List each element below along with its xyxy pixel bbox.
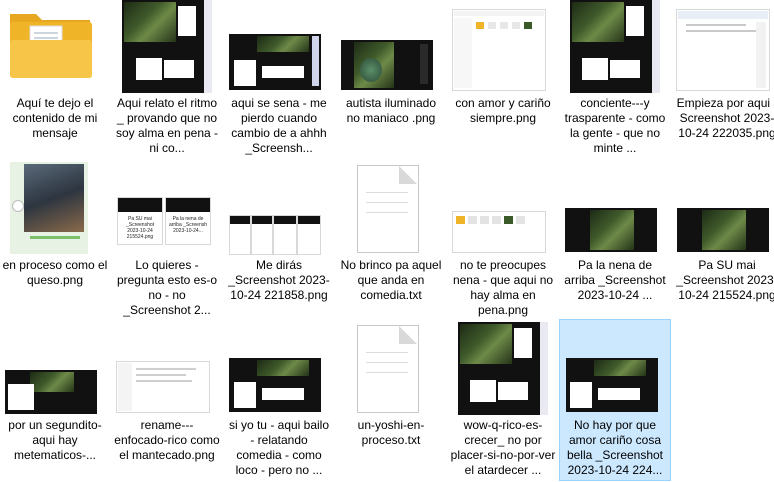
file-item[interactable]: Pa SU mai _Screenshot 2023-10-24 215524.…	[112, 162, 222, 322]
file-item-selected[interactable]: No hay por que amor cariño cosa bella _S…	[559, 319, 671, 481]
file-item[interactable]: Empieza por aqui - Screenshot 2023-10-24…	[672, 0, 774, 160]
file-label: Aquí te dejo el contenido de mi mensaje	[12, 96, 98, 140]
image-thumbnail	[0, 322, 110, 417]
file-label: Me dirás _Screenshot 2023-10-24 221858.p…	[228, 258, 330, 302]
image-thumbnail	[560, 322, 670, 417]
file-item[interactable]: en proceso como el queso.png	[0, 162, 110, 322]
image-thumbnail	[672, 162, 774, 257]
file-label: Pa SU mai _Screenshot 2023-10-24 215524.…	[676, 258, 774, 302]
file-item[interactable]: Aqui relato el ritmo _ provando que no s…	[112, 0, 222, 160]
image-thumbnail	[112, 322, 222, 417]
file-label: con amor y cariño siempre.png	[455, 96, 551, 125]
file-label: conciente---y trasparente - como la gent…	[564, 96, 666, 155]
file-label: wow-q-rico-es-crecer_ no por placer-si-n…	[450, 418, 556, 477]
image-thumbnail	[112, 0, 222, 95]
file-item[interactable]: Pa la nena de arriba _Screenshot 2023-10…	[560, 162, 670, 322]
image-thumbnail: Pa SU mai _Screenshot 2023-10-24 215524.…	[112, 162, 222, 257]
file-item[interactable]: No brinco pa aquel que anda en comedia.t…	[336, 162, 446, 322]
file-label: aqui se sena - me pierdo cuando cambio d…	[231, 96, 327, 155]
file-item[interactable]: con amor y cariño siempre.png	[448, 0, 558, 160]
file-label: No brinco pa aquel que anda en comedia.t…	[340, 258, 442, 302]
image-thumbnail	[560, 162, 670, 257]
text-file-icon	[336, 162, 446, 257]
file-label: un-yoshi-en-proceso.txt	[357, 418, 425, 447]
image-thumbnail	[448, 0, 558, 95]
file-label: si yo tu - aqui bailo - relatando comedi…	[228, 418, 330, 477]
file-label: Aqui relato el ritmo _ provando que no s…	[115, 96, 219, 155]
file-item[interactable]: si yo tu - aqui bailo - relatando comedi…	[224, 322, 334, 482]
file-item[interactable]: no te preocupes nena - que aqui no hay a…	[448, 162, 558, 322]
file-item[interactable]: un-yoshi-en-proceso.txt	[336, 322, 446, 482]
file-item[interactable]: Me dirás _Screenshot 2023-10-24 221858.p…	[224, 162, 334, 322]
image-thumbnail	[560, 0, 670, 95]
file-item[interactable]: Aquí te dejo el contenido de mi mensaje	[0, 0, 110, 160]
image-thumbnail	[672, 0, 774, 95]
file-item[interactable]: wow-q-rico-es-crecer_ no por placer-si-n…	[448, 322, 558, 482]
image-thumbnail	[224, 0, 334, 95]
file-label: No hay por que amor cariño cosa bella _S…	[566, 418, 664, 477]
file-item[interactable]: aqui se sena - me pierdo cuando cambio d…	[224, 0, 334, 160]
text-file-icon	[336, 322, 446, 417]
image-thumbnail	[448, 162, 558, 257]
thumb-caption-left: Pa SU mai _Screenshot 2023-10-24 215524.…	[125, 216, 155, 240]
file-label: Lo quieres -pregunta esto es-o no - no _…	[116, 258, 218, 317]
file-item[interactable]: autista iluminado no maniaco .png	[336, 0, 446, 160]
image-thumbnail	[448, 322, 558, 417]
file-label: Empieza por aqui - Screenshot 2023-10-24…	[676, 96, 774, 140]
file-item[interactable]: Pa SU mai _Screenshot 2023-10-24 215524.…	[672, 162, 774, 322]
image-thumbnail	[0, 162, 110, 257]
file-label: rename---enfocado-rico como el mantecado…	[114, 418, 220, 462]
file-label: Pa la nena de arriba _Screenshot 2023-10…	[564, 258, 666, 302]
file-label: autista iluminado no maniaco .png	[345, 96, 437, 125]
folder-icon	[0, 0, 110, 95]
file-label: por un segundito- aqui hay metematicos-.…	[8, 418, 102, 462]
file-label: en proceso como el queso.png	[2, 258, 108, 287]
file-item[interactable]: por un segundito- aqui hay metematicos-.…	[0, 322, 110, 482]
file-label: no te preocupes nena - que aqui no hay a…	[452, 258, 554, 317]
file-item[interactable]: rename---enfocado-rico como el mantecado…	[112, 322, 222, 482]
file-item[interactable]: conciente---y trasparente - como la gent…	[560, 0, 670, 160]
image-thumbnail	[336, 0, 446, 95]
image-thumbnail	[224, 322, 334, 417]
thumb-caption-right: Pa la nena de arriba _Screensh 2023-10-2…	[168, 216, 208, 234]
image-thumbnail	[224, 162, 334, 257]
